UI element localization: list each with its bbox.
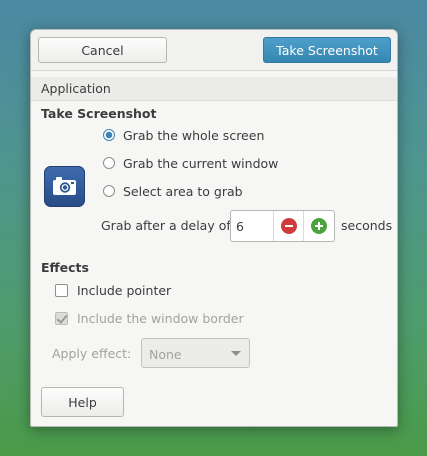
radio-label-select-area: Select area to grab <box>123 183 243 199</box>
checkbox-disabled <box>55 311 68 325</box>
radio-grab-whole-screen[interactable]: Grab the whole screen <box>103 126 264 144</box>
radio-grab-current-window[interactable]: Grab the current window <box>103 154 278 172</box>
screenshot-dialog: Cancel Take Screenshot Application Take … <box>30 29 398 427</box>
spin-divider <box>303 211 304 241</box>
camera-icon-graphic <box>53 177 76 195</box>
checkbox[interactable] <box>55 283 68 297</box>
include-border-label: Include the window border <box>77 310 244 326</box>
delay-spinbutton[interactable]: 6 <box>230 210 335 242</box>
radio-label-current-window: Grab the current window <box>123 155 279 171</box>
include-pointer-label: Include pointer <box>77 282 172 298</box>
take-screenshot-heading: Take Screenshot <box>41 106 157 121</box>
section-header-application: Application <box>31 77 397 101</box>
apply-effect-dropdown: None <box>141 338 250 368</box>
delay-value[interactable]: 6 <box>236 219 244 234</box>
header-bar: Cancel Take Screenshot <box>31 30 397 71</box>
camera-icon <box>44 166 85 207</box>
help-button[interactable]: Help <box>41 387 124 417</box>
apply-effect-label: Apply effect: <box>52 346 132 361</box>
take-screenshot-button[interactable]: Take Screenshot <box>263 37 391 63</box>
decrease-icon[interactable] <box>281 218 297 234</box>
radio-button[interactable] <box>103 185 115 197</box>
effects-heading: Effects <box>41 260 89 275</box>
radio-select-area[interactable]: Select area to grab <box>103 182 243 200</box>
cancel-button[interactable]: Cancel <box>38 37 167 63</box>
increase-icon[interactable] <box>311 218 327 234</box>
radio-label-whole-screen: Grab the whole screen <box>123 127 265 143</box>
include-border-checkbox: Include the window border <box>55 309 244 327</box>
section-label: Application <box>41 81 111 96</box>
spin-divider <box>273 211 274 241</box>
radio-button-checked[interactable] <box>103 129 115 141</box>
include-pointer-checkbox[interactable]: Include pointer <box>55 281 171 299</box>
radio-button[interactable] <box>103 157 115 169</box>
apply-effect-value: None <box>149 347 182 362</box>
seconds-label: seconds <box>341 218 393 233</box>
chevron-down-icon <box>231 351 241 356</box>
delay-label: Grab after a delay of <box>101 218 231 233</box>
